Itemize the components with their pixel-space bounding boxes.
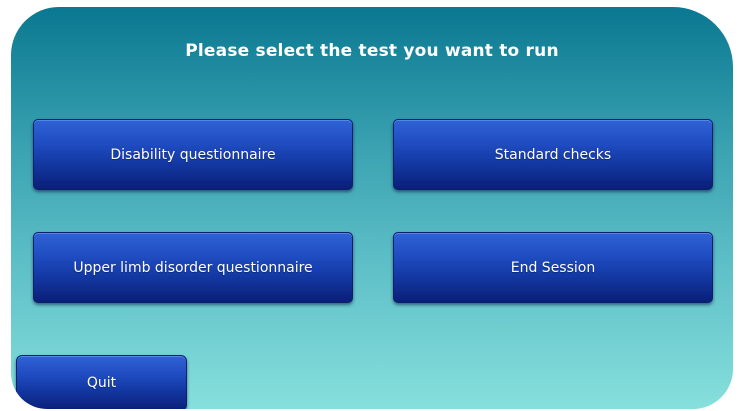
standard-checks-label: Standard checks <box>494 146 612 163</box>
end-session-button[interactable]: End Session <box>393 232 713 303</box>
end-session-label: End Session <box>510 259 596 276</box>
disability-questionnaire-label: Disability questionnaire <box>110 146 276 163</box>
page-title: Please select the test you want to run <box>185 41 559 61</box>
disability-questionnaire-button[interactable]: Disability questionnaire <box>33 119 353 190</box>
upper-limb-questionnaire-label: Upper limb disorder questionnaire <box>73 259 313 276</box>
quit-label: Quit <box>86 375 117 391</box>
quit-button[interactable]: Quit <box>16 355 187 409</box>
upper-limb-questionnaire-button[interactable]: Upper limb disorder questionnaire <box>33 232 353 303</box>
test-selection-panel: Please select the test you want to run D… <box>11 7 733 409</box>
standard-checks-button[interactable]: Standard checks <box>393 119 713 190</box>
